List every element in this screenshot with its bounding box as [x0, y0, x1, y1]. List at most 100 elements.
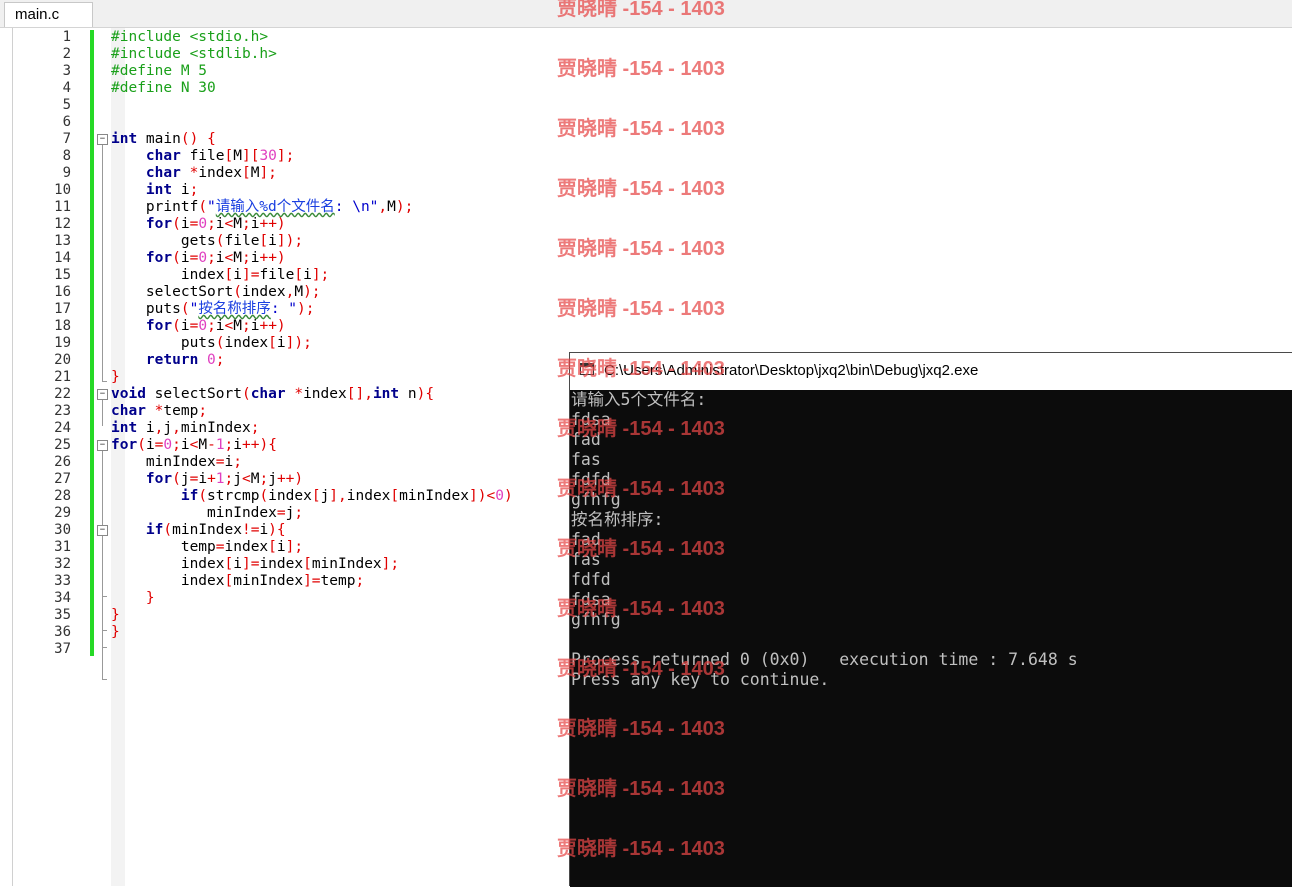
console-title: C:\Users\Administrator\Desktop\jxq2\bin\… [604, 362, 979, 379]
line-number: 19 [54, 335, 71, 351]
line-number: 29 [54, 505, 71, 521]
code-line: index[minIndex]=temp; [111, 573, 365, 589]
code-line: char file[M][30]; [145, 148, 295, 164]
code-line: #define M 5 [111, 63, 208, 79]
line-number: 8 [62, 148, 71, 164]
line-number: 26 [54, 454, 71, 470]
line-number: 17 [54, 301, 71, 317]
fold-line [102, 400, 103, 426]
line-number: 9 [62, 165, 71, 181]
line-number: 11 [54, 199, 71, 215]
code-line: char *temp; [111, 403, 208, 419]
fold-end [102, 630, 107, 631]
code-line: index[i]=file[i]; [111, 267, 330, 283]
line-number: 32 [54, 556, 71, 572]
fold-line [102, 536, 103, 596]
code-line: if(strcmp(index[j],index[minIndex])<0) [180, 488, 513, 504]
change-marker-bar [90, 30, 94, 656]
code-line: puts(index[i]); [111, 335, 312, 351]
code-line: for(i=0;i<M;i++) [145, 318, 286, 334]
code-line: } [145, 590, 155, 606]
line-number-gutter: 1 2 3 4 5 6 7 8 9 10 11 12 13 14 15 16 17 18 19 20 21 22 23 24 2… [13, 28, 110, 886]
fold-toggle-for[interactable]: − [97, 440, 108, 451]
fold-toggle-main[interactable]: − [97, 134, 108, 145]
code-line: puts("按名称排序: "); [111, 301, 315, 317]
line-number: 6 [62, 114, 71, 130]
line-number: 2 [62, 46, 71, 62]
console-titlebar[interactable]: C:\Users\Administrator\Desktop\jxq2\bin\… [570, 353, 1292, 390]
code-line: printf("请输入%d个文件名: \n",M); [111, 199, 414, 215]
line-number: 3 [62, 63, 71, 79]
line-number: 20 [54, 352, 71, 368]
line-number: 27 [54, 471, 71, 487]
console-line: fdfd [571, 470, 611, 489]
console-line: gfhfg [571, 490, 621, 509]
line-number: 1 [62, 29, 71, 45]
code-line: return 0; [145, 352, 225, 368]
console-line: gfhfg [571, 610, 621, 629]
console-line: Press any key to continue. [571, 670, 830, 689]
fold-toggle-if[interactable]: − [97, 525, 108, 536]
line-number: 5 [62, 97, 71, 113]
line-number: 4 [62, 80, 71, 96]
line-number: 16 [54, 284, 71, 300]
console-line: fad [571, 530, 601, 549]
line-number: 22 [54, 386, 71, 402]
console-line: fdsa [571, 410, 611, 429]
console-output[interactable]: 请输入5个文件名: fdsa fad fas fdfd gfhfg 按名称排序: fad fas… [570, 390, 1292, 887]
line-number: 37 [54, 641, 71, 657]
console-line: 请输入5个文件名: [571, 390, 707, 409]
console-line: fdsa [571, 590, 611, 609]
line-number: 31 [54, 539, 71, 555]
line-number: 7 [62, 131, 71, 147]
fold-end [102, 647, 107, 648]
fold-line [102, 145, 103, 381]
console-line: fas [571, 450, 601, 469]
tab-main-c[interactable]: main.c [4, 2, 93, 27]
code-line: #include <stdlib.h> [111, 46, 277, 62]
tab-label: main.c [15, 6, 60, 23]
code-line: } [111, 624, 120, 640]
code-line: index[i]=index[minIndex]; [111, 556, 400, 572]
code-line: #include <stdio.h> [111, 29, 269, 45]
line-number: 23 [54, 403, 71, 419]
code-line: } [111, 369, 120, 385]
console-window[interactable]: C:\Users\Administrator\Desktop\jxq2\bin\… [569, 352, 1292, 887]
line-number: 25 [54, 437, 71, 453]
console-line: 按名称排序: [571, 510, 664, 529]
code-line: int main() { [111, 131, 216, 147]
code-line: for(i=0;i<M-1;i++){ [111, 437, 277, 453]
code-line: int i,j,minIndex; [111, 420, 260, 436]
code-line: int i; [145, 182, 199, 198]
line-number: 13 [54, 233, 71, 249]
code-line: minIndex=j; [111, 505, 304, 521]
code-line: for(i=0;i<M;i++) [145, 216, 286, 232]
fold-end [102, 596, 107, 597]
code-line: #define N 30 [111, 80, 216, 96]
line-number: 33 [54, 573, 71, 589]
line-number: 21 [54, 369, 71, 385]
fold-end [102, 679, 107, 680]
code-line: char *index[M]; [145, 165, 277, 181]
code-line: if(minIndex!=i){ [145, 522, 286, 538]
console-app-icon [580, 363, 594, 375]
code-line: selectSort(index,M); [111, 284, 321, 300]
line-number: 28 [54, 488, 71, 504]
code-line: gets(file[i]); [111, 233, 304, 249]
console-line: Process returned 0 (0x0) execution time … [571, 650, 1078, 669]
fold-toggle-selectsort[interactable]: − [97, 389, 108, 400]
line-number: 14 [54, 250, 71, 266]
fold-end [102, 381, 107, 382]
line-number: 24 [54, 420, 71, 436]
code-line: temp=index[i]; [111, 539, 304, 555]
line-number: 10 [54, 182, 71, 198]
code-line: for(i=0;i<M;i++) [145, 250, 286, 266]
line-number: 34 [54, 590, 71, 606]
console-line: fas [571, 550, 601, 569]
console-line: fad [571, 430, 601, 449]
code-line: for(j=i+1;j<M;j++) [145, 471, 304, 487]
code-line: minIndex=i; [111, 454, 242, 470]
line-number: 35 [54, 607, 71, 623]
line-number: 15 [54, 267, 71, 283]
editor-tab-bar: main.c [0, 0, 1292, 28]
